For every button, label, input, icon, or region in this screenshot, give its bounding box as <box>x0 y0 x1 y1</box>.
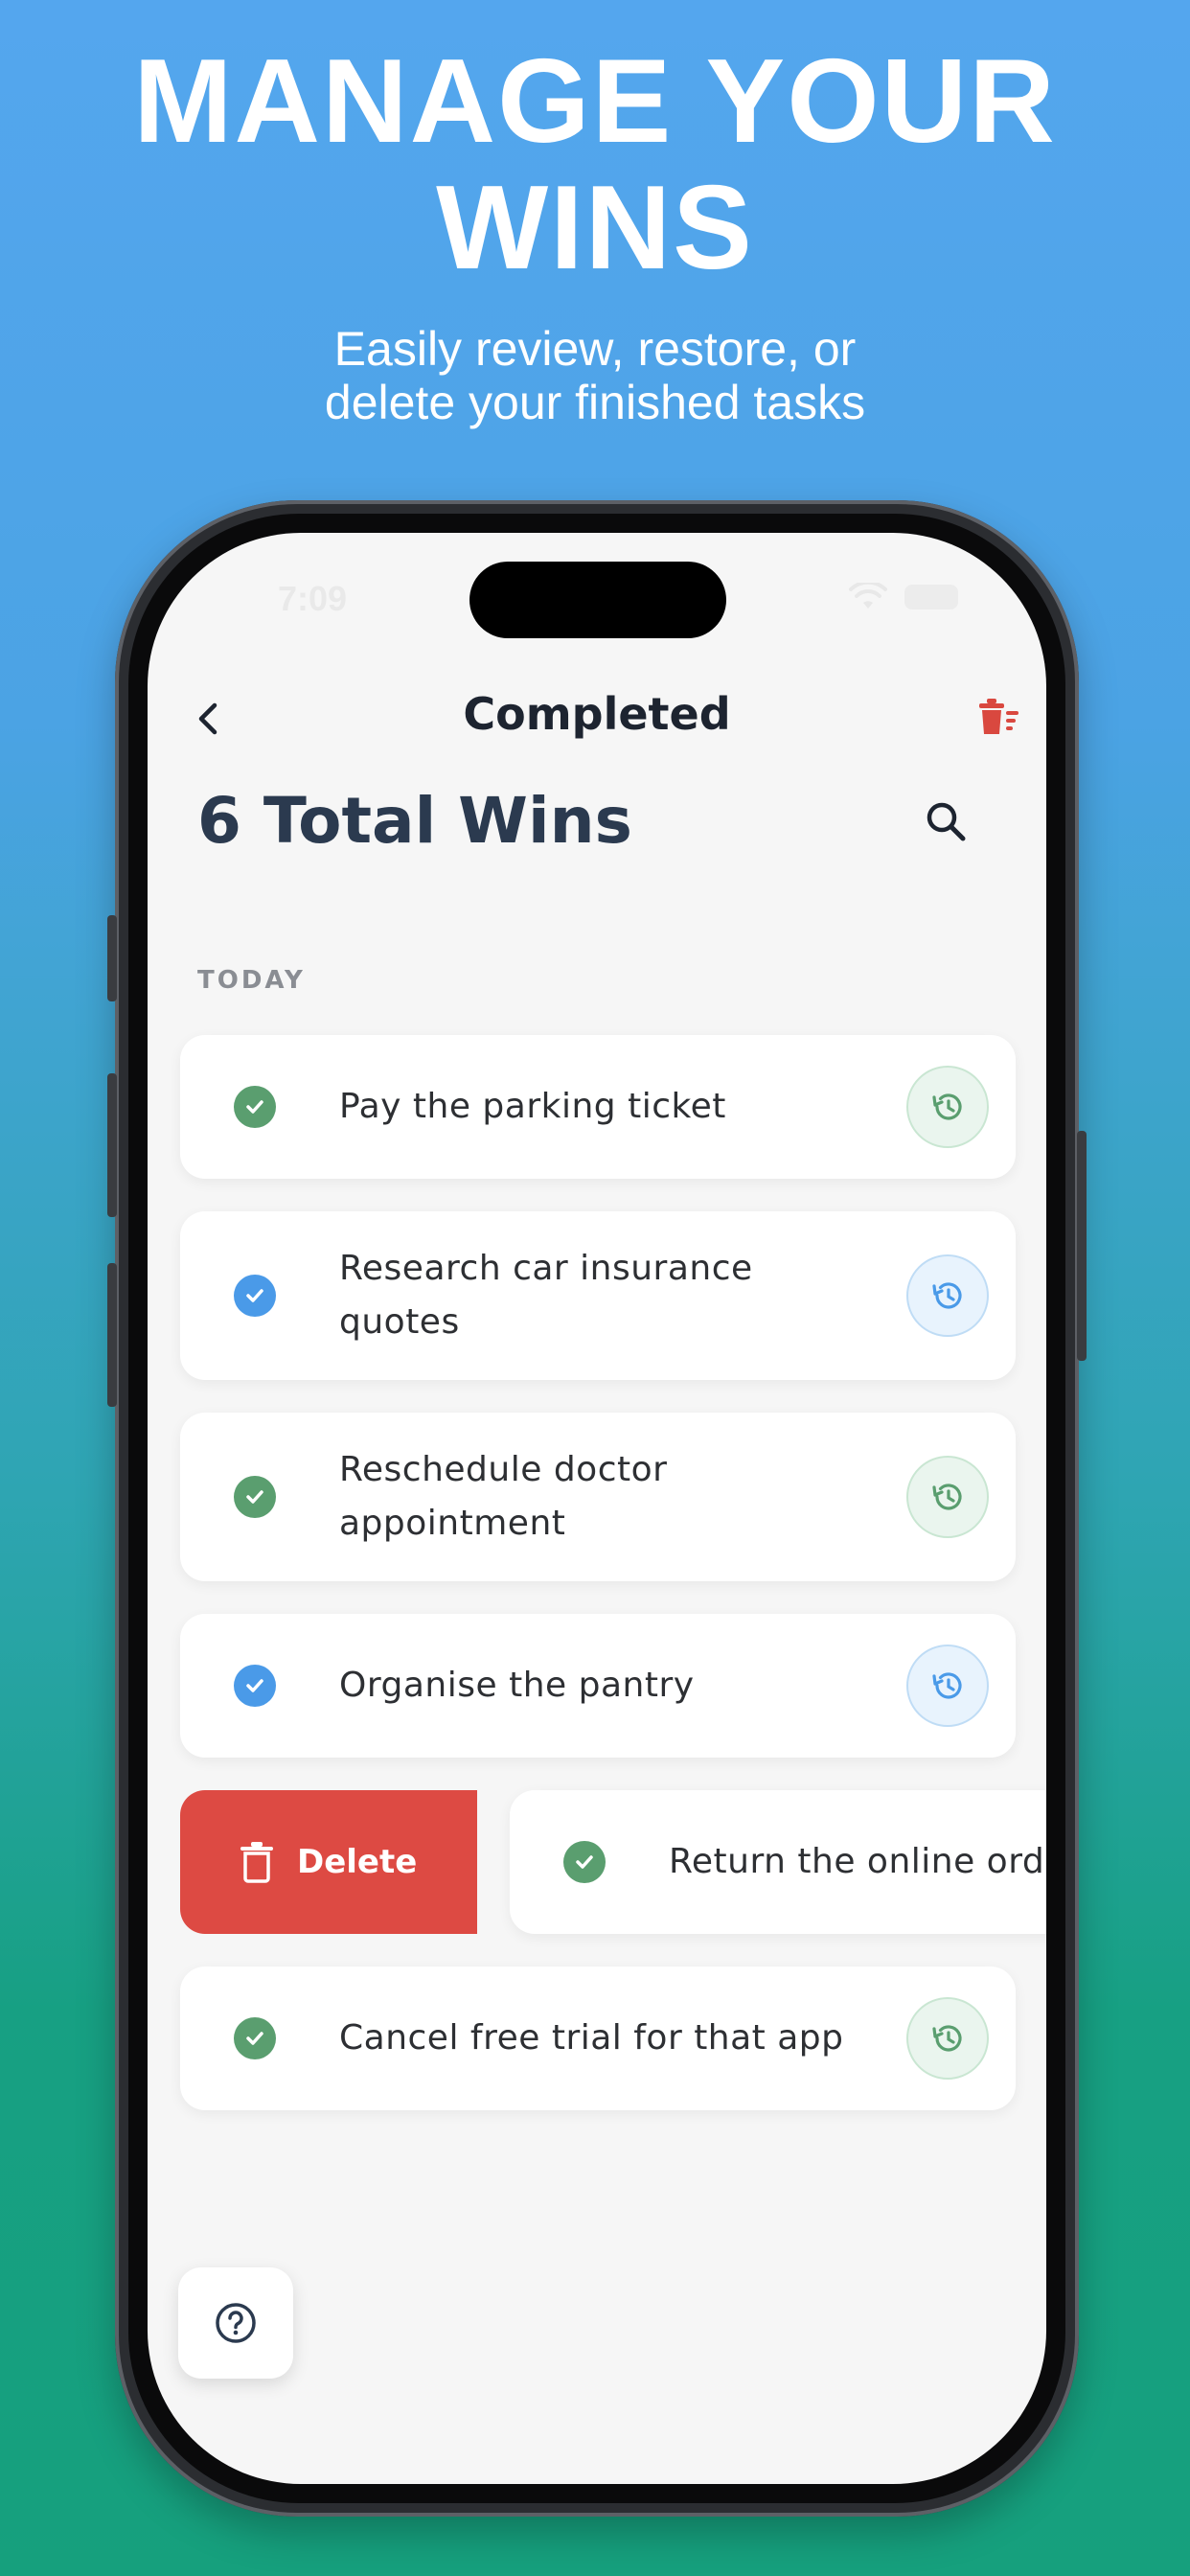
delete-label: Delete <box>297 1843 418 1881</box>
task-title: Reschedule doctor appointment <box>339 1450 668 1543</box>
promo-subhead-line2: delete your finished tasks <box>324 376 866 429</box>
delete-swipe-button[interactable]: Delete <box>180 1790 477 1934</box>
phone-volume-up-button <box>107 1073 117 1217</box>
promo-headline: MANAGE YOUR WINS <box>0 38 1190 291</box>
task-card[interactable]: Reschedule doctor appointment <box>180 1413 1016 1581</box>
trash-icon <box>240 1842 273 1883</box>
dynamic-island <box>469 562 726 638</box>
help-button[interactable] <box>178 2267 293 2379</box>
section-label-today: TODAY <box>197 966 306 995</box>
history-icon <box>932 1282 962 1309</box>
task-card-swiped[interactable]: Return the online ord <box>510 1790 1046 1934</box>
task-card[interactable]: Cancel free trial for that app <box>180 1966 1016 2110</box>
wifi-icon <box>849 583 887 609</box>
check-circle-icon[interactable] <box>234 1665 276 1707</box>
trash-sweep-icon[interactable] <box>975 696 1021 738</box>
promo-headline-line1: MANAGE YOUR <box>133 35 1057 168</box>
promo-subhead: Easily review, restore, or delete your f… <box>0 322 1190 429</box>
phone-action-button <box>107 915 117 1001</box>
help-circle-icon <box>216 2303 256 2343</box>
promo-subhead-line1: Easily review, restore, or <box>333 322 857 376</box>
check-circle-icon[interactable] <box>234 1086 276 1128</box>
check-circle-icon[interactable] <box>563 1841 606 1883</box>
phone-volume-down-button <box>107 1263 117 1407</box>
check-circle-icon[interactable] <box>234 2017 276 2059</box>
page-title: Completed <box>463 688 731 740</box>
task-title: Pay the parking ticket <box>339 1087 726 1126</box>
history-icon <box>932 1672 962 1699</box>
promo-headline-line2: WINS <box>436 162 754 294</box>
check-circle-icon[interactable] <box>234 1476 276 1518</box>
task-card[interactable]: Organise the pantry <box>180 1614 1016 1758</box>
restore-button[interactable] <box>906 1644 989 1727</box>
restore-button[interactable] <box>906 1066 989 1148</box>
search-icon[interactable] <box>922 797 970 845</box>
history-icon <box>932 1093 962 1120</box>
task-title: Cancel free trial for that app <box>339 2018 844 2058</box>
total-wins-heading: 6 Total Wins <box>197 784 632 858</box>
restore-button[interactable] <box>906 1997 989 2080</box>
task-title: Organise the pantry <box>339 1666 695 1705</box>
task-title: Research car insurance quotes <box>339 1249 753 1342</box>
phone-power-button <box>1077 1131 1087 1361</box>
check-circle-icon[interactable] <box>234 1275 276 1317</box>
task-card[interactable]: Research car insurance quotes <box>180 1211 1016 1380</box>
task-title: Return the online ord <box>669 1842 1045 1881</box>
battery-icon <box>904 585 958 610</box>
status-icons <box>849 583 958 611</box>
task-card[interactable]: Pay the parking ticket <box>180 1035 1016 1179</box>
restore-button[interactable] <box>906 1254 989 1337</box>
restore-button[interactable] <box>906 1456 989 1538</box>
status-time: 7:09 <box>278 579 348 618</box>
history-icon <box>932 1484 962 1510</box>
history-icon <box>932 2025 962 2052</box>
phone-screen: 7:09 Completed 6 Total Wins TODAY Pay th… <box>148 533 1046 2484</box>
